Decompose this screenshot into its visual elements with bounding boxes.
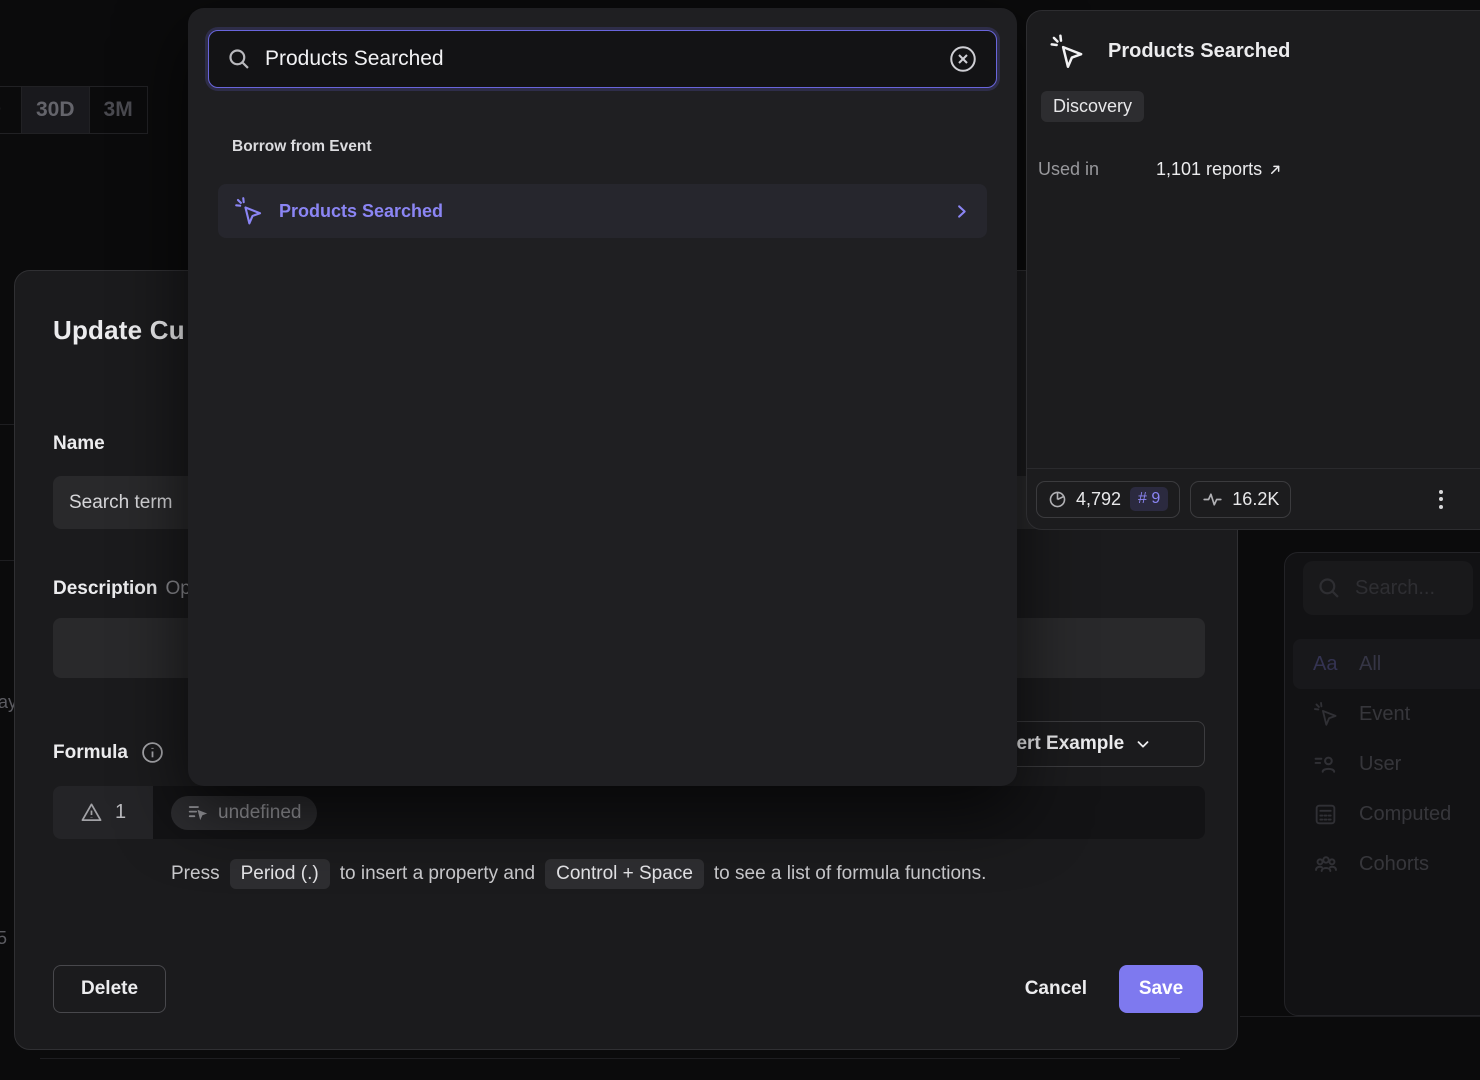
details-title: Products Searched — [1108, 40, 1290, 63]
chart-gridline-fragment — [0, 424, 14, 425]
dialog-title: Update Cu — [53, 315, 185, 346]
info-icon[interactable] — [141, 741, 164, 764]
text-type-icon: Aa — [1313, 653, 1341, 676]
chevron-right-icon — [952, 202, 971, 221]
kbd-control-space: Control + Space — [545, 859, 704, 889]
property-search-modal: Borrow from Event Products Searched — [188, 8, 1017, 786]
details-header: Products Searched — [1049, 33, 1290, 70]
formula-error-count: 1 — [115, 801, 126, 824]
kbd-period: Period (.) — [230, 859, 330, 889]
clear-search-icon[interactable] — [948, 44, 978, 74]
borrow-from-event-section-label: Borrow from Event — [232, 138, 372, 156]
volume-stat-pill[interactable]: 4,792 # 9 — [1036, 481, 1180, 518]
pie-chart-icon — [1048, 490, 1067, 509]
sidebar-item-cohorts[interactable]: Cohorts — [1293, 839, 1480, 889]
event-result-label: Products Searched — [279, 201, 937, 222]
property-icon — [187, 802, 209, 824]
details-footer: 4,792 # 9 16.2K — [1027, 468, 1480, 529]
rank-badge: # 9 — [1130, 487, 1168, 511]
search-field — [208, 30, 997, 88]
event-details-panel: Products Searched Discovery Used in 1,10… — [1026, 10, 1480, 530]
formula-error-indicator[interactable]: 1 — [53, 786, 153, 839]
save-button[interactable]: Save — [1119, 965, 1203, 1013]
search-input[interactable] — [265, 47, 934, 71]
chart-card-border-fragment — [1240, 1016, 1480, 1017]
chevron-down-icon — [1134, 735, 1152, 753]
property-type-popover: Aa All Event Use — [1284, 552, 1480, 1016]
cohorts-icon — [1313, 851, 1341, 877]
volume-value: 4,792 — [1076, 489, 1121, 510]
used-in-label: Used in — [1038, 159, 1156, 180]
cancel-button[interactable]: Cancel — [1015, 965, 1097, 1013]
sidebar-item-user[interactable]: User — [1293, 739, 1480, 789]
used-in-reports-link[interactable]: 1,101 reports — [1156, 159, 1283, 180]
search-icon — [1317, 576, 1341, 600]
time-range-7d[interactable]: D — [0, 86, 22, 134]
sidebar-search-input[interactable] — [1355, 577, 1459, 600]
activity-stat-pill[interactable]: 16.2K — [1190, 481, 1291, 518]
sidebar-item-all[interactable]: Aa All — [1293, 639, 1480, 689]
calculator-icon — [1313, 802, 1341, 827]
sidebar-item-event[interactable]: Event — [1293, 689, 1480, 739]
formula-input[interactable]: undefined — [153, 786, 1205, 839]
formula-label-row: Formula — [53, 741, 164, 764]
external-link-icon — [1268, 162, 1283, 177]
event-result-row[interactable]: Products Searched — [218, 184, 987, 238]
dialog-footer: Delete Cancel Save — [53, 964, 1203, 1014]
category-badge: Discovery — [1041, 91, 1144, 122]
more-options-icon[interactable] — [1425, 483, 1457, 515]
event-icon — [234, 196, 264, 226]
user-icon — [1313, 752, 1341, 777]
event-icon — [1049, 33, 1086, 70]
name-label: Name — [53, 433, 105, 455]
sidebar-item-computed[interactable]: Computed — [1293, 789, 1480, 839]
search-icon — [227, 47, 251, 71]
delete-button[interactable]: Delete — [53, 965, 166, 1013]
formula-hint: Press Period (.) to insert a property an… — [171, 859, 986, 889]
time-range-segmented-control: D 30D 3M — [0, 86, 148, 134]
undefined-property-chip[interactable]: undefined — [171, 796, 317, 830]
activity-pulse-icon — [1202, 489, 1223, 510]
activity-value: 16.2K — [1232, 489, 1279, 510]
time-range-3m[interactable]: 3M — [90, 86, 148, 134]
chart-gridline-fragment — [0, 560, 14, 561]
formula-editor: 1 undefined — [53, 786, 1205, 839]
property-type-list: Aa All Event Use — [1293, 639, 1480, 889]
chart-card-border-fragment — [40, 1058, 1180, 1059]
sidebar-search-field — [1303, 561, 1473, 615]
warning-icon — [80, 801, 103, 824]
chart-tick-fragment: 5 — [0, 928, 7, 949]
time-range-30d[interactable]: 30D — [22, 86, 90, 134]
used-in-row: Used in 1,101 reports — [1038, 159, 1283, 180]
event-icon — [1313, 701, 1341, 727]
